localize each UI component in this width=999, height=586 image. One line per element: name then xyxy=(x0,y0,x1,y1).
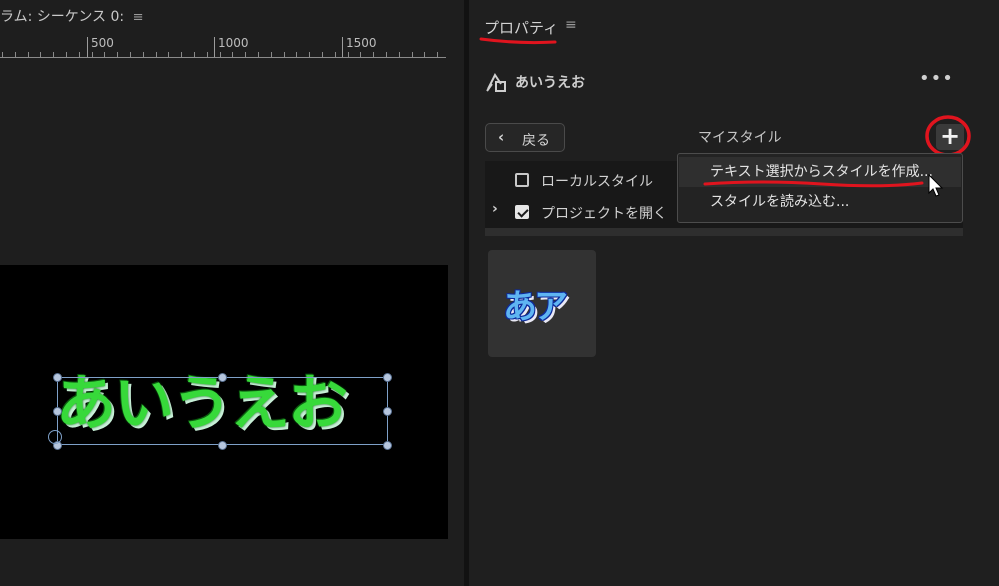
red-annotation-underline xyxy=(703,180,924,188)
ruler-minor-tick xyxy=(130,52,131,57)
ruler-minor-tick xyxy=(245,52,246,57)
ruler-label: 1000 xyxy=(218,36,249,50)
ruler-minor-tick xyxy=(220,52,221,57)
ruler-minor-tick xyxy=(117,52,118,57)
ruler-minor-tick xyxy=(194,52,195,57)
video-preview[interactable]: あいうえお xyxy=(0,265,448,539)
program-monitor-panel: ラム: シーケンス 0: ≡ 500 1000 1500 あいうえお xyxy=(0,0,464,586)
ruler-minor-tick xyxy=(373,52,374,57)
ruler-minor-tick xyxy=(143,52,144,57)
list-footer-bar xyxy=(485,228,963,236)
ruler-minor-tick xyxy=(207,52,208,57)
ruler-minor-tick xyxy=(271,52,272,57)
ruler-minor-tick xyxy=(437,52,438,57)
style-preview-text: あア xyxy=(503,287,568,327)
ruler-minor-tick xyxy=(181,52,182,57)
local-style-checkbox[interactable] xyxy=(515,173,529,187)
style-row-label: ローカルスタイル xyxy=(541,174,653,190)
ruler-minor-tick xyxy=(399,52,400,57)
my-styles-heading: マイスタイル xyxy=(698,130,782,146)
style-thumbnail-card[interactable]: あア xyxy=(488,250,596,357)
ruler-minor-tick xyxy=(424,52,425,57)
style-row-local[interactable]: ローカルスタイル xyxy=(485,166,685,194)
resize-handle[interactable] xyxy=(53,407,62,416)
red-annotation-underline xyxy=(479,37,557,45)
resize-handle[interactable] xyxy=(218,373,227,382)
ruler-label: 500 xyxy=(91,36,114,50)
ruler-minor-tick xyxy=(53,52,54,57)
style-row-project[interactable]: › プロジェクトを開く xyxy=(485,198,685,226)
ruler-minor-tick xyxy=(92,52,93,57)
ruler-minor-tick xyxy=(104,52,105,57)
chevron-right-icon[interactable]: › xyxy=(492,201,498,217)
ruler-label: 1500 xyxy=(346,36,377,50)
mouse-pointer-icon xyxy=(928,174,944,197)
properties-panel: プロパティ ≡ あいうえお ••• ‹ 戻る マイスタイル + ローカルスタイル… xyxy=(469,0,999,586)
panel-menu-icon[interactable]: ≡ xyxy=(565,17,577,33)
text-style-icon xyxy=(486,73,506,92)
ruler-minor-tick xyxy=(232,52,233,57)
back-button[interactable]: ‹ 戻る xyxy=(485,123,565,152)
ruler-minor-tick xyxy=(79,52,80,57)
style-row-label: プロジェクトを開く xyxy=(541,206,667,222)
ruler-minor-tick xyxy=(309,52,310,57)
ruler-minor-tick xyxy=(66,52,67,57)
more-options-icon[interactable]: ••• xyxy=(919,68,954,89)
ruler-minor-tick xyxy=(296,52,297,57)
ruler-minor-tick xyxy=(284,52,285,57)
layer-header: あいうえお ••• xyxy=(484,68,954,94)
ruler-minor-tick xyxy=(168,52,169,57)
ruler-minor-tick xyxy=(258,52,259,57)
ruler-minor-tick xyxy=(348,52,349,57)
resize-handle[interactable] xyxy=(383,407,392,416)
panel-menu-icon[interactable]: ≡ xyxy=(133,10,144,25)
resize-handle[interactable] xyxy=(53,373,62,382)
resize-handle[interactable] xyxy=(383,373,392,382)
layer-name: あいうえお xyxy=(515,75,585,91)
ruler-minor-tick xyxy=(322,52,323,57)
ruler-minor-tick xyxy=(15,52,16,57)
ruler-minor-tick xyxy=(360,52,361,57)
back-button-label: 戻る xyxy=(522,133,550,149)
project-style-checkbox[interactable] xyxy=(515,205,529,219)
ruler-minor-tick xyxy=(386,52,387,57)
ruler-minor-tick xyxy=(2,52,3,57)
sequence-title-label: ラム: シーケンス 0: xyxy=(0,9,125,25)
ruler-minor-tick xyxy=(412,52,413,57)
anchor-point-icon[interactable] xyxy=(48,430,62,444)
sequence-title: ラム: シーケンス 0: ≡ xyxy=(0,6,143,26)
timeline-ruler[interactable]: 500 1000 1500 xyxy=(0,36,446,58)
ruler-minor-tick xyxy=(28,52,29,57)
text-bounding-box[interactable] xyxy=(57,377,388,445)
ruler-minor-tick xyxy=(156,52,157,57)
ruler-minor-tick xyxy=(335,52,336,57)
resize-handle[interactable] xyxy=(218,441,227,450)
chevron-left-icon: ‹ xyxy=(498,128,505,146)
resize-handle[interactable] xyxy=(383,441,392,450)
ruler-minor-tick xyxy=(40,52,41,57)
